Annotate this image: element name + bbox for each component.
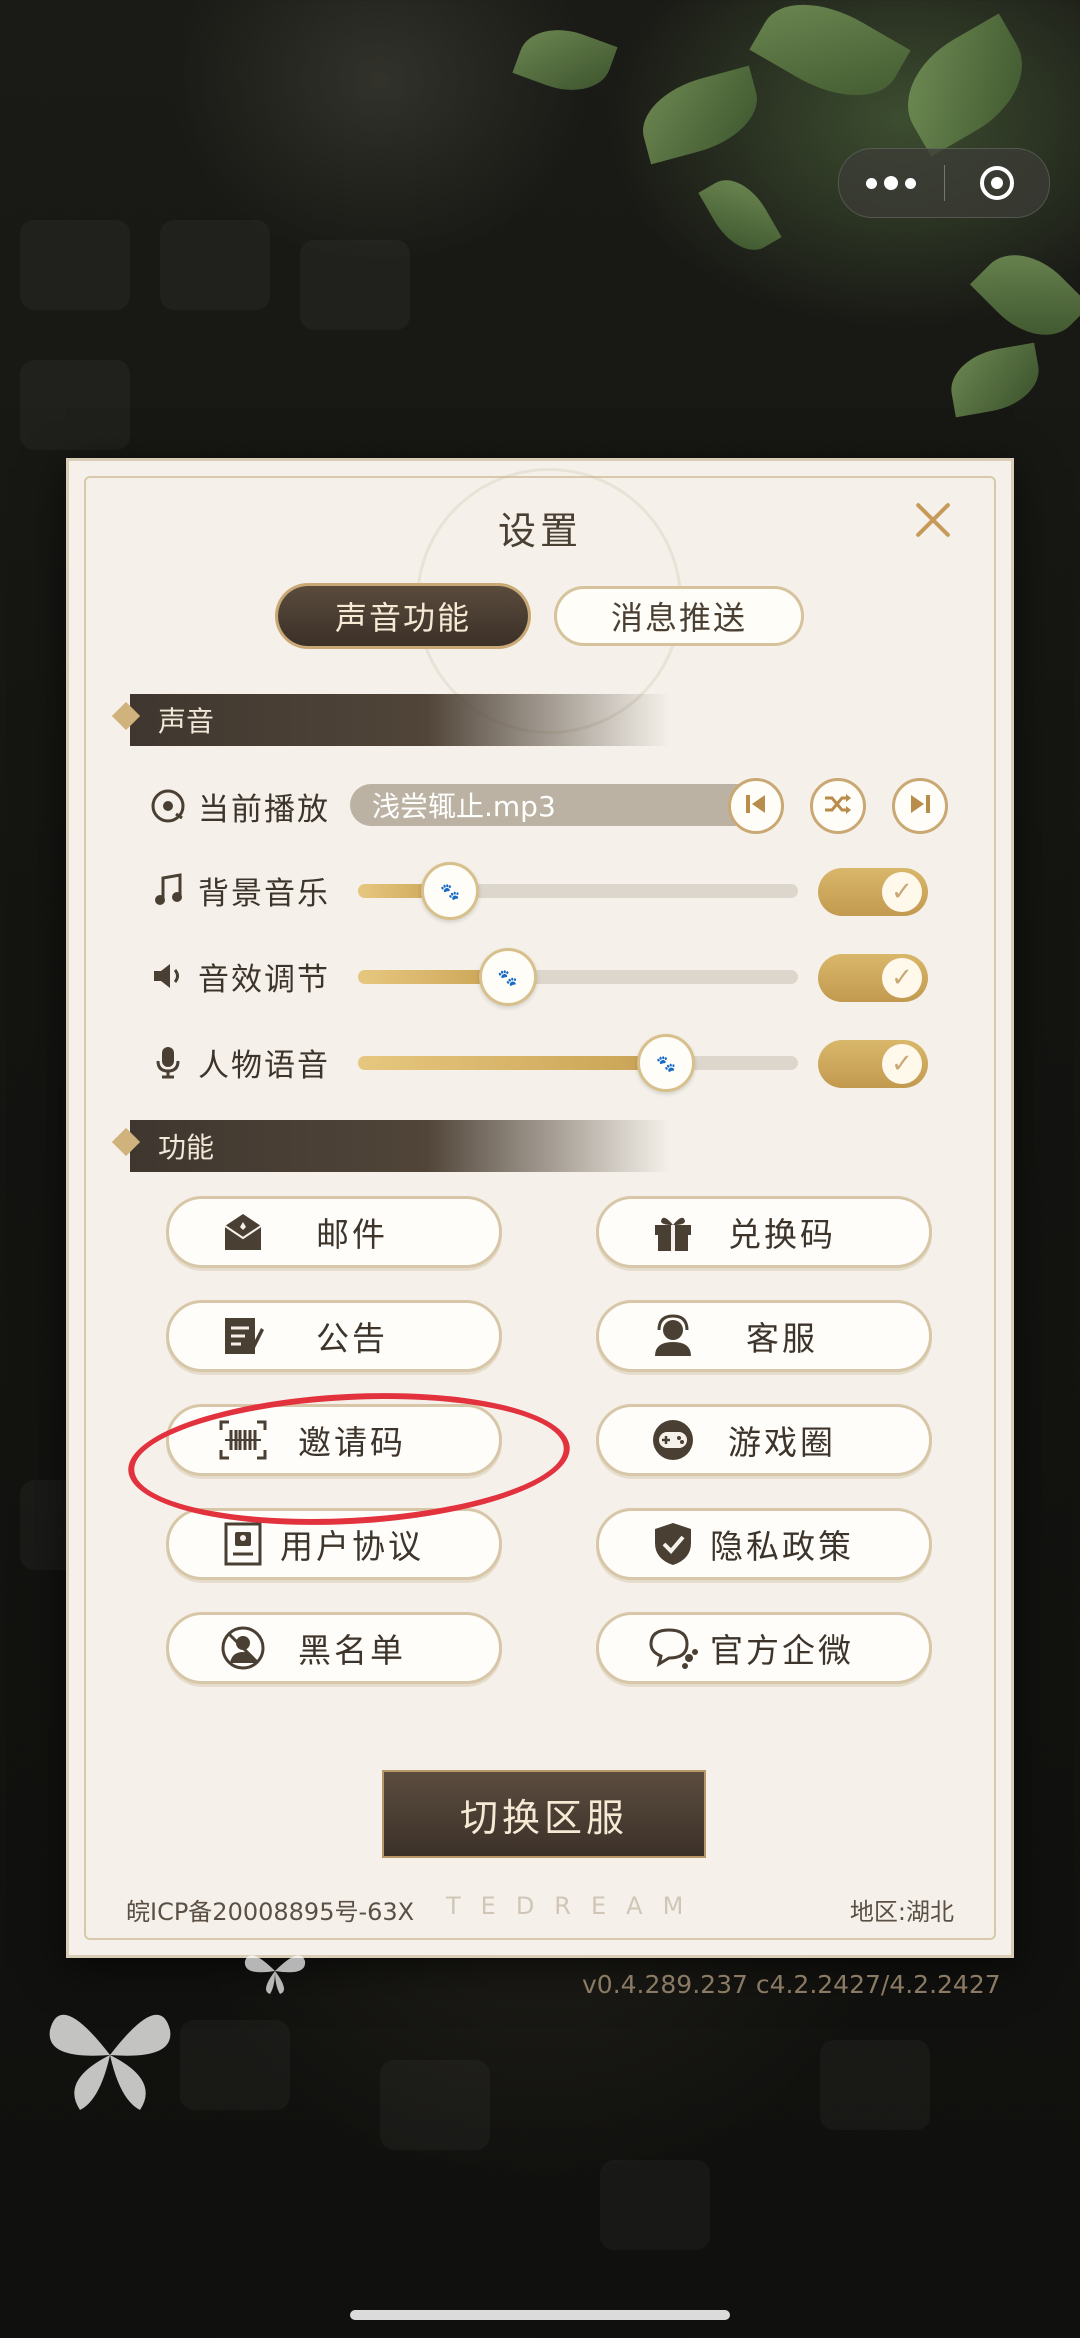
gamepad-icon <box>641 1412 705 1468</box>
shuffle-button[interactable] <box>810 778 866 834</box>
next-icon <box>907 791 933 821</box>
sparkle-icon <box>111 1127 141 1157</box>
bgm-volume-slider[interactable]: 🐾 <box>358 862 798 920</box>
announcement-button[interactable]: 公告 <box>166 1300 502 1372</box>
gift-icon <box>641 1204 705 1260</box>
switch-server-button[interactable]: 切换区服 <box>384 1772 704 1856</box>
sfx-toggle[interactable]: ✓ <box>818 954 928 1002</box>
sfx-row: 音效调节 <box>150 946 330 1006</box>
blacklist-button[interactable]: 黑名单 <box>166 1612 502 1684</box>
mail-button[interactable]: 邮件 <box>166 1196 502 1268</box>
version-label: v0.4.289.237 c4.2.2427/4.2.2427 <box>582 1970 1001 1999</box>
sparkle-icon <box>111 701 141 731</box>
paw-icon: 🐾 <box>656 1053 676 1073</box>
sfx-volume-slider[interactable]: 🐾 <box>358 948 798 1006</box>
check-icon: ✓ <box>891 963 913 993</box>
previous-track-button[interactable] <box>728 778 784 834</box>
game-circle-button[interactable]: 游戏圈 <box>596 1404 932 1476</box>
chat-bubble-icon <box>641 1620 705 1676</box>
check-icon: ✓ <box>891 1049 913 1079</box>
tab-message-push[interactable]: 消息推送 <box>554 586 804 646</box>
music-note-icon <box>150 872 186 908</box>
voice-row: 人物语音 <box>150 1032 330 1092</box>
notice-icon <box>211 1308 275 1364</box>
butterfly-decoration <box>40 1990 180 2124</box>
paw-icon: 🐾 <box>497 967 518 987</box>
paw-knob[interactable]: 🐾 <box>478 948 537 1006</box>
now-playing-row: 当前播放 <box>150 776 330 836</box>
paw-icon: 🐾 <box>440 881 461 901</box>
check-icon: ✓ <box>891 877 913 907</box>
paw-knob[interactable]: 🐾 <box>421 862 480 920</box>
mail-icon <box>211 1204 275 1260</box>
redeem-code-button[interactable]: 兑换码 <box>596 1196 932 1268</box>
tab-sound-functions[interactable]: 声音功能 <box>278 586 528 646</box>
section-header-functions: 功能 <box>111 1120 670 1172</box>
settings-tabs: 声音功能 消息推送 <box>278 586 804 646</box>
butterfly-decoration <box>240 1946 310 2000</box>
region-label: 地区:湖北 <box>849 1898 954 1926</box>
speaker-icon <box>150 958 186 994</box>
bgm-row: 背景音乐 <box>150 860 330 920</box>
miniprogram-capsule <box>838 148 1050 218</box>
shuffle-icon <box>823 791 853 821</box>
privacy-policy-button[interactable]: 隐私政策 <box>596 1508 932 1580</box>
customer-service-button[interactable]: 客服 <box>596 1300 932 1372</box>
close-icon[interactable] <box>906 494 960 548</box>
current-track-field: 浅尝辄止.mp3 <box>350 784 776 826</box>
voice-volume-slider[interactable]: 🐾 <box>358 1034 798 1092</box>
support-agent-icon <box>641 1308 705 1364</box>
music-disc-icon <box>150 788 186 824</box>
next-track-button[interactable] <box>892 778 948 834</box>
agreement-icon <box>211 1516 275 1572</box>
voice-toggle[interactable]: ✓ <box>818 1040 928 1088</box>
dialog-title: 设置 <box>497 509 582 553</box>
official-wecom-button[interactable]: 官方企微 <box>596 1612 932 1684</box>
bgm-toggle[interactable]: ✓ <box>818 868 928 916</box>
paw-knob[interactable]: 🐾 <box>637 1034 695 1092</box>
microphone-icon <box>150 1044 186 1080</box>
shield-check-icon <box>641 1516 705 1572</box>
previous-icon <box>743 791 769 821</box>
settings-dialog: 设置 声音功能 消息推送 声音 当前播放 浅尝辄止.mp3 背景音乐 🐾 ✓ 音… <box>66 458 1014 1958</box>
blocked-user-icon <box>211 1620 275 1676</box>
more-menu-icon[interactable] <box>839 176 944 190</box>
icp-license: 皖ICP备20008895号-63X <box>126 1898 415 1926</box>
close-miniprogram-icon[interactable] <box>945 166 1050 200</box>
home-indicator[interactable] <box>350 2310 730 2320</box>
now-playing-label: 当前播放 <box>198 791 330 828</box>
section-header-sound: 声音 <box>111 694 670 746</box>
brand-watermark: TEDREAM <box>446 1892 704 1920</box>
